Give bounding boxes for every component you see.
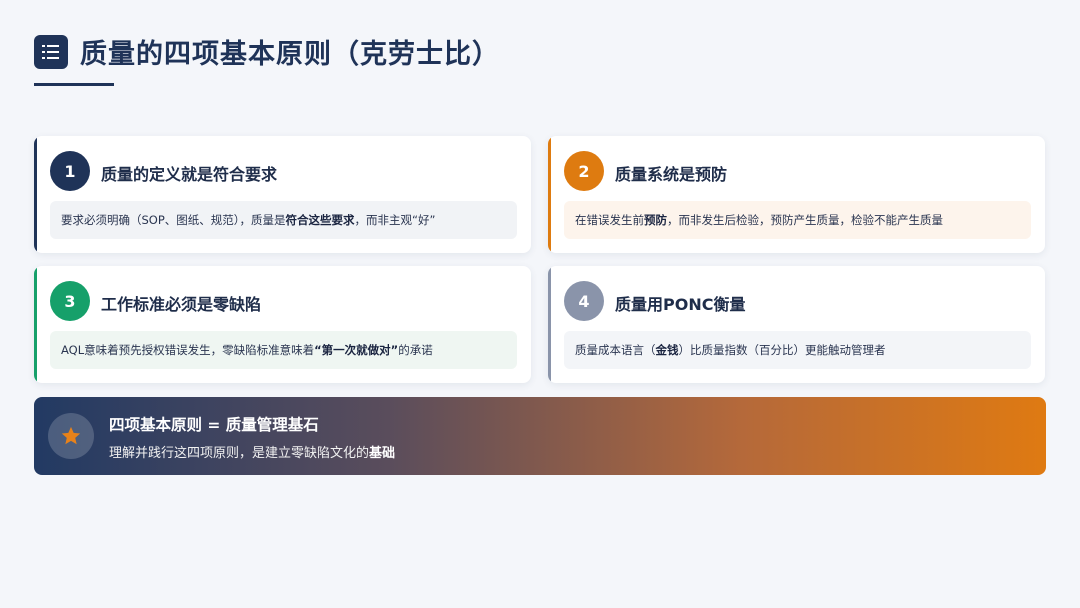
card-heading: 工作标准必须是零缺陷 (101, 295, 262, 314)
principle-card-2: 2 质量系统是预防 在错误发生前 预防 ，而非发生后检验，预防产生质量，检验不能产生… (548, 136, 1045, 253)
summary-text: 理解并践行这四项原则，是建立零缺陷文化的 (109, 446, 370, 461)
desc-text: 的承诺 (398, 343, 433, 357)
desc-emphasis: “第一次就做对” (314, 343, 399, 357)
page-title: 质量的四项基本原则（克劳士比） (80, 39, 500, 70)
number-badge: 1 (50, 151, 90, 191)
card-description: 在错误发生前 预防 ，而非发生后检验，预防产生质量，检验不能产生质量 (564, 201, 1031, 239)
desc-text: ）比质量指数（百分比）更能触动管理者 (678, 343, 886, 357)
desc-text: ，而非主观“好” (354, 213, 436, 227)
card-heading: 质量系统是预防 (615, 165, 728, 184)
card-accent-bar (34, 266, 37, 383)
star-icon (48, 413, 94, 459)
desc-text: 要求必须明确（SOP、图纸、规范），质量是 (61, 213, 286, 227)
summary-subtitle: 理解并践行这四项原则，是建立零缺陷文化的基础 (109, 442, 395, 461)
desc-text: AQL意味着预先授权错误发生，零缺陷标准意味着 (61, 343, 315, 357)
card-heading: 质量的定义就是符合要求 (101, 165, 278, 184)
title-area: 质量的四项基本原则（克劳士比） (34, 32, 500, 86)
card-description: AQL意味着预先授权错误发生，零缺陷标准意味着 “第一次就做对” 的承诺 (50, 331, 517, 369)
summary-emphasis: 基础 (369, 446, 396, 461)
desc-text: 质量成本语言（ (575, 343, 656, 357)
principle-card-3: 3 工作标准必须是零缺陷 AQL意味着预先授权错误发生，零缺陷标准意味着 “第一次… (34, 266, 531, 383)
title-underline (34, 83, 114, 86)
desc-emphasis: 预防 (644, 213, 667, 227)
number-badge: 2 (564, 151, 604, 191)
principle-card-1: 1 质量的定义就是符合要求 要求必须明确（SOP、图纸、规范），质量是 符合这些要… (34, 136, 531, 253)
card-heading: 质量用PONC衡量 (615, 295, 746, 314)
desc-text: 在错误发生前 (575, 213, 644, 227)
card-accent-bar (548, 136, 551, 253)
desc-emphasis: 金钱 (655, 343, 679, 357)
card-accent-bar (34, 136, 37, 253)
desc-emphasis: 符合这些要求 (285, 213, 355, 227)
card-description: 质量成本语言（ 金钱 ）比质量指数（百分比）更能触动管理者 (564, 331, 1031, 369)
card-accent-bar (548, 266, 551, 383)
principle-card-4: 4 质量用PONC衡量 质量成本语言（ 金钱 ）比质量指数（百分比）更能触动管理者 (548, 266, 1045, 383)
list-icon (34, 34, 68, 69)
summary-banner: 四项基本原则 = 质量管理基石 理解并践行这四项原则，是建立零缺陷文化的基础 (34, 397, 1046, 475)
desc-text: ，而非发生后检验，预防产生质量，检验不能产生质量 (667, 213, 943, 227)
number-badge: 4 (564, 281, 604, 321)
card-description: 要求必须明确（SOP、图纸、规范），质量是 符合这些要求 ，而非主观“好” (50, 201, 517, 239)
number-badge: 3 (50, 281, 90, 321)
summary-title: 四项基本原则 = 质量管理基石 (109, 416, 319, 434)
